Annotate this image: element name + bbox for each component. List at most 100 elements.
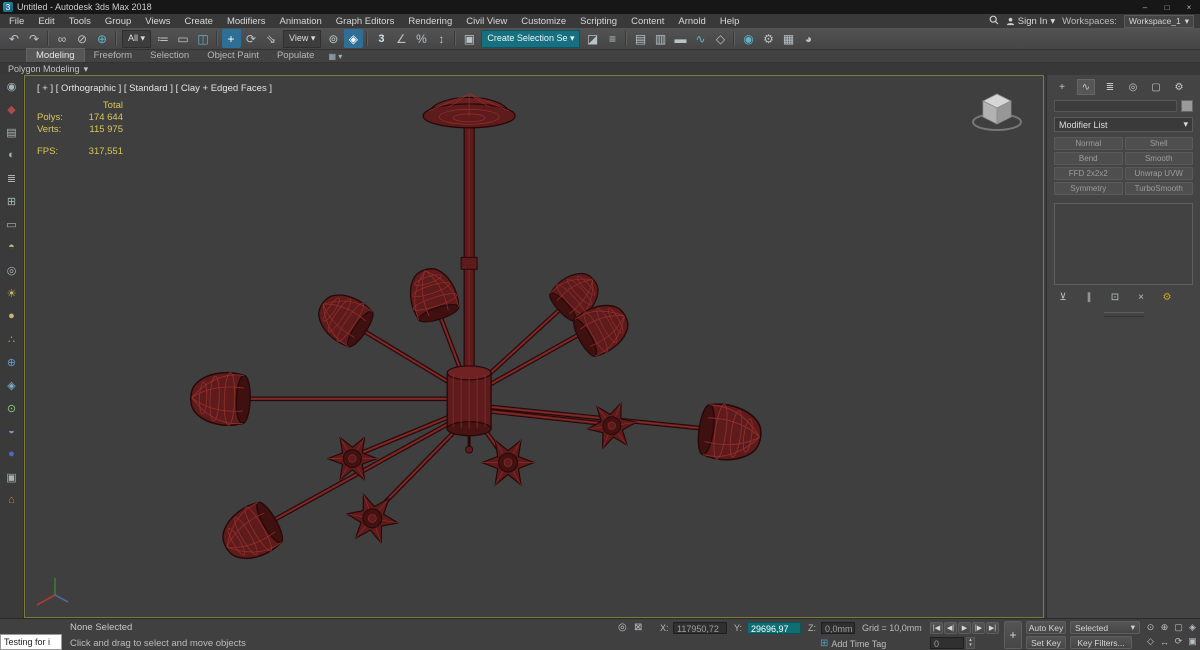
selection-lock-toggle-icon[interactable]: ⊠ (634, 622, 642, 633)
rendered-frame-window-icon[interactable]: ▦ (779, 29, 798, 48)
menu-item[interactable]: Tools (62, 16, 98, 27)
left-icon-18[interactable]: ▣ (4, 469, 20, 485)
modifier-button[interactable]: Symmetry (1054, 182, 1123, 195)
left-icon-8[interactable]: ◓ (4, 239, 20, 255)
modify-tab[interactable]: ∿ (1077, 79, 1095, 95)
toggle-scene-explorer-icon[interactable]: ▤ (631, 29, 650, 48)
view-cube[interactable] (969, 88, 1025, 137)
select-and-rotate-icon[interactable]: ⟳ (242, 29, 261, 48)
align-icon[interactable]: ≡ (603, 29, 622, 48)
search-icon[interactable] (989, 15, 999, 28)
angle-snap-icon[interactable]: ∠ (392, 29, 411, 48)
select-and-link-icon[interactable]: ∞ (53, 29, 72, 48)
ribbon-tab-selection[interactable]: Selection (141, 49, 198, 62)
create-tab[interactable]: + (1054, 80, 1070, 94)
selection-filter-dropdown[interactable]: All ▾ (122, 29, 152, 48)
left-icon-3[interactable]: ▤ (4, 124, 20, 140)
menu-item[interactable]: Scripting (573, 16, 624, 27)
left-icon-19[interactable]: ⌂ (4, 492, 20, 508)
snaps-toggle-icon[interactable]: 3 (372, 29, 391, 48)
menu-item[interactable]: Animation (273, 16, 329, 27)
left-icon-14[interactable]: ◈ (4, 377, 20, 393)
toggle-ribbon-icon[interactable]: ▬ (671, 29, 690, 48)
auto-key-button[interactable]: Auto Key (1026, 621, 1066, 634)
set-key-button[interactable]: Set Key (1026, 636, 1066, 649)
y-coordinate-field[interactable]: 29696,97 (747, 622, 801, 634)
menu-item[interactable]: Views (138, 16, 177, 27)
select-by-name-icon[interactable]: ≔ (154, 29, 173, 48)
selected-mode-dropdown[interactable]: Selected ▾ (1070, 621, 1140, 634)
redo-icon[interactable]: ↷ (25, 29, 44, 48)
go-to-end-button[interactable]: ▶| (986, 622, 999, 634)
menu-item[interactable]: Graph Editors (329, 16, 402, 27)
maximize-viewport-toggle-icon[interactable]: ▣ (1186, 635, 1199, 648)
render-production-icon[interactable]: ◕ (799, 29, 818, 48)
orbit-icon[interactable]: ⟳ (1172, 635, 1185, 648)
left-icon-10[interactable]: ☀ (4, 285, 20, 301)
object-name-field[interactable] (1054, 100, 1177, 112)
zoom-icon[interactable]: ⊙ (1144, 621, 1157, 634)
remove-modifier-icon[interactable]: × (1134, 291, 1148, 304)
modifier-button[interactable]: Shell (1124, 137, 1193, 150)
previous-frame-button[interactable]: ◀| (944, 622, 957, 634)
object-color-swatch[interactable] (1181, 100, 1193, 112)
modifier-button[interactable]: Smooth (1124, 152, 1193, 165)
edit-named-selection-sets-icon[interactable]: ▣ (460, 29, 479, 48)
polygon-modeling-panel[interactable]: Polygon Modeling ▾ (0, 64, 88, 75)
ribbon-tab-freeform[interactable]: Freeform (85, 49, 142, 62)
display-tab[interactable]: ▢ (1148, 80, 1164, 94)
left-icon-6[interactable]: ⊞ (4, 193, 20, 209)
modifier-list-dropdown[interactable]: Modifier List ▾ (1054, 117, 1193, 132)
menu-item[interactable]: Content (624, 16, 671, 27)
modifier-button[interactable]: Bend (1054, 152, 1123, 165)
menu-item[interactable]: Group (98, 16, 138, 27)
ribbon-tab-modeling[interactable]: Modeling (26, 48, 85, 62)
undo-icon[interactable]: ↶ (5, 29, 24, 48)
frame-spinner[interactable]: ▴ ▾ (966, 637, 975, 649)
bind-to-space-warp-icon[interactable]: ⊕ (93, 29, 112, 48)
menu-item[interactable]: Customize (514, 16, 573, 27)
reference-coordinate-dropdown[interactable]: View ▾ (283, 29, 322, 48)
toggle-layer-explorer-icon[interactable]: ▥ (651, 29, 670, 48)
field-of-view-icon[interactable]: ◇ (1144, 635, 1157, 648)
unlink-selection-icon[interactable]: ⊘ (73, 29, 92, 48)
spinner-snap-icon[interactable]: ↕ (432, 29, 451, 48)
modifier-button[interactable]: Unwrap UVW (1124, 167, 1193, 180)
window-crossing-toggle-icon[interactable]: ◫ (194, 29, 213, 48)
material-editor-icon[interactable]: ◉ (739, 29, 758, 48)
named-selection-sets-dropdown[interactable]: Create Selection Se ▾ (481, 29, 581, 48)
make-unique-icon[interactable]: ⊡ (1108, 291, 1122, 304)
maxscript-mini-listener[interactable]: Testing for i (0, 634, 62, 650)
percent-snap-icon[interactable]: % (412, 29, 431, 48)
zoom-all-icon[interactable]: ⊕ (1158, 621, 1171, 634)
rectangular-selection-region-icon[interactable]: ▭ (174, 29, 193, 48)
close-button[interactable]: × (1178, 0, 1200, 14)
utilities-tab[interactable]: ⚙ (1171, 80, 1187, 94)
key-filters-button[interactable]: Key Filters... (1070, 636, 1132, 649)
menu-item[interactable]: Modifiers (220, 16, 273, 27)
select-and-manipulate-icon[interactable]: ◈ (343, 29, 363, 48)
menu-item[interactable]: Create (177, 16, 220, 27)
render-setup-icon[interactable]: ⚙ (759, 29, 778, 48)
minimize-button[interactable]: – (1134, 0, 1156, 14)
isolate-selection-toggle-icon[interactable]: ◎ (618, 622, 627, 633)
menu-item[interactable]: Help (713, 16, 747, 27)
mirror-icon[interactable]: ◪ (583, 29, 602, 48)
viewport[interactable]: [ + ] [ Orthographic ] [ Standard ] [ Cl… (24, 75, 1044, 618)
ribbon-tab-object-paint[interactable]: Object Paint (198, 49, 268, 62)
zoom-extents-icon[interactable]: ▢ (1172, 621, 1185, 634)
menu-item[interactable]: Edit (31, 16, 61, 27)
pin-stack-icon[interactable]: ⊻ (1056, 291, 1070, 304)
hierarchy-tab[interactable]: ≣ (1102, 80, 1118, 94)
use-pivot-point-icon[interactable]: ⊚ (324, 29, 343, 48)
menu-item[interactable]: Arnold (671, 16, 712, 27)
left-icon-9[interactable]: ◎ (4, 262, 20, 278)
modifier-button[interactable]: Normal (1054, 137, 1123, 150)
pan-view-icon[interactable]: ↔ (1158, 635, 1171, 648)
left-icon-2[interactable]: ◆ (4, 101, 20, 117)
add-time-tag-area[interactable]: ⊞ Add Time Tag (820, 638, 886, 649)
left-icon-15[interactable]: ⊙ (4, 400, 20, 416)
modifier-stack-list[interactable] (1054, 203, 1193, 285)
left-icon-11[interactable]: ● (4, 308, 20, 324)
ribbon-tab-populate[interactable]: Populate (268, 49, 324, 62)
